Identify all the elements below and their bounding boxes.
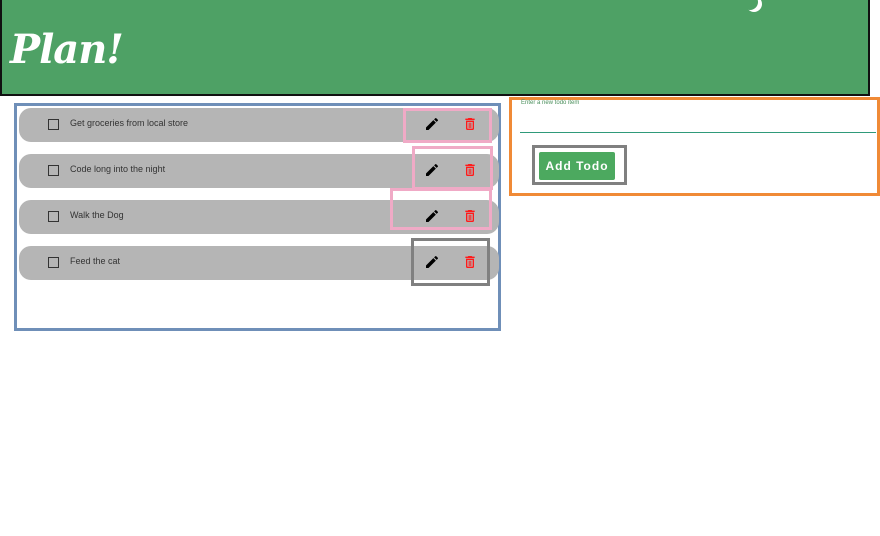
item-actions-highlight (411, 238, 490, 286)
brand-logo: Plan! (10, 26, 124, 73)
item-actions-highlight (412, 146, 493, 190)
moon-icon[interactable] (742, 0, 762, 14)
todo-text: Code long into the night (70, 164, 166, 174)
todo-checkbox[interactable] (48, 211, 59, 222)
item-actions-highlight (390, 188, 492, 230)
add-button-highlight: Add Todo (532, 145, 627, 185)
app-header: Plan! (0, 0, 870, 96)
item-actions-highlight (403, 108, 492, 143)
todo-list: Get groceries from local store Code long… (14, 103, 501, 331)
todo-checkbox[interactable] (48, 257, 59, 268)
todo-checkbox[interactable] (48, 165, 59, 176)
todo-input-label: Enter a new todo item (521, 100, 580, 106)
todo-text: Walk the Dog (70, 210, 124, 220)
add-todo-form: Enter a new todo item Add Todo (509, 97, 880, 196)
add-todo-button[interactable]: Add Todo (539, 152, 615, 180)
todo-text: Feed the cat (70, 256, 121, 266)
todo-input[interactable] (520, 110, 876, 133)
todo-text: Get groceries from local store (70, 118, 189, 128)
todo-checkbox[interactable] (48, 119, 59, 130)
